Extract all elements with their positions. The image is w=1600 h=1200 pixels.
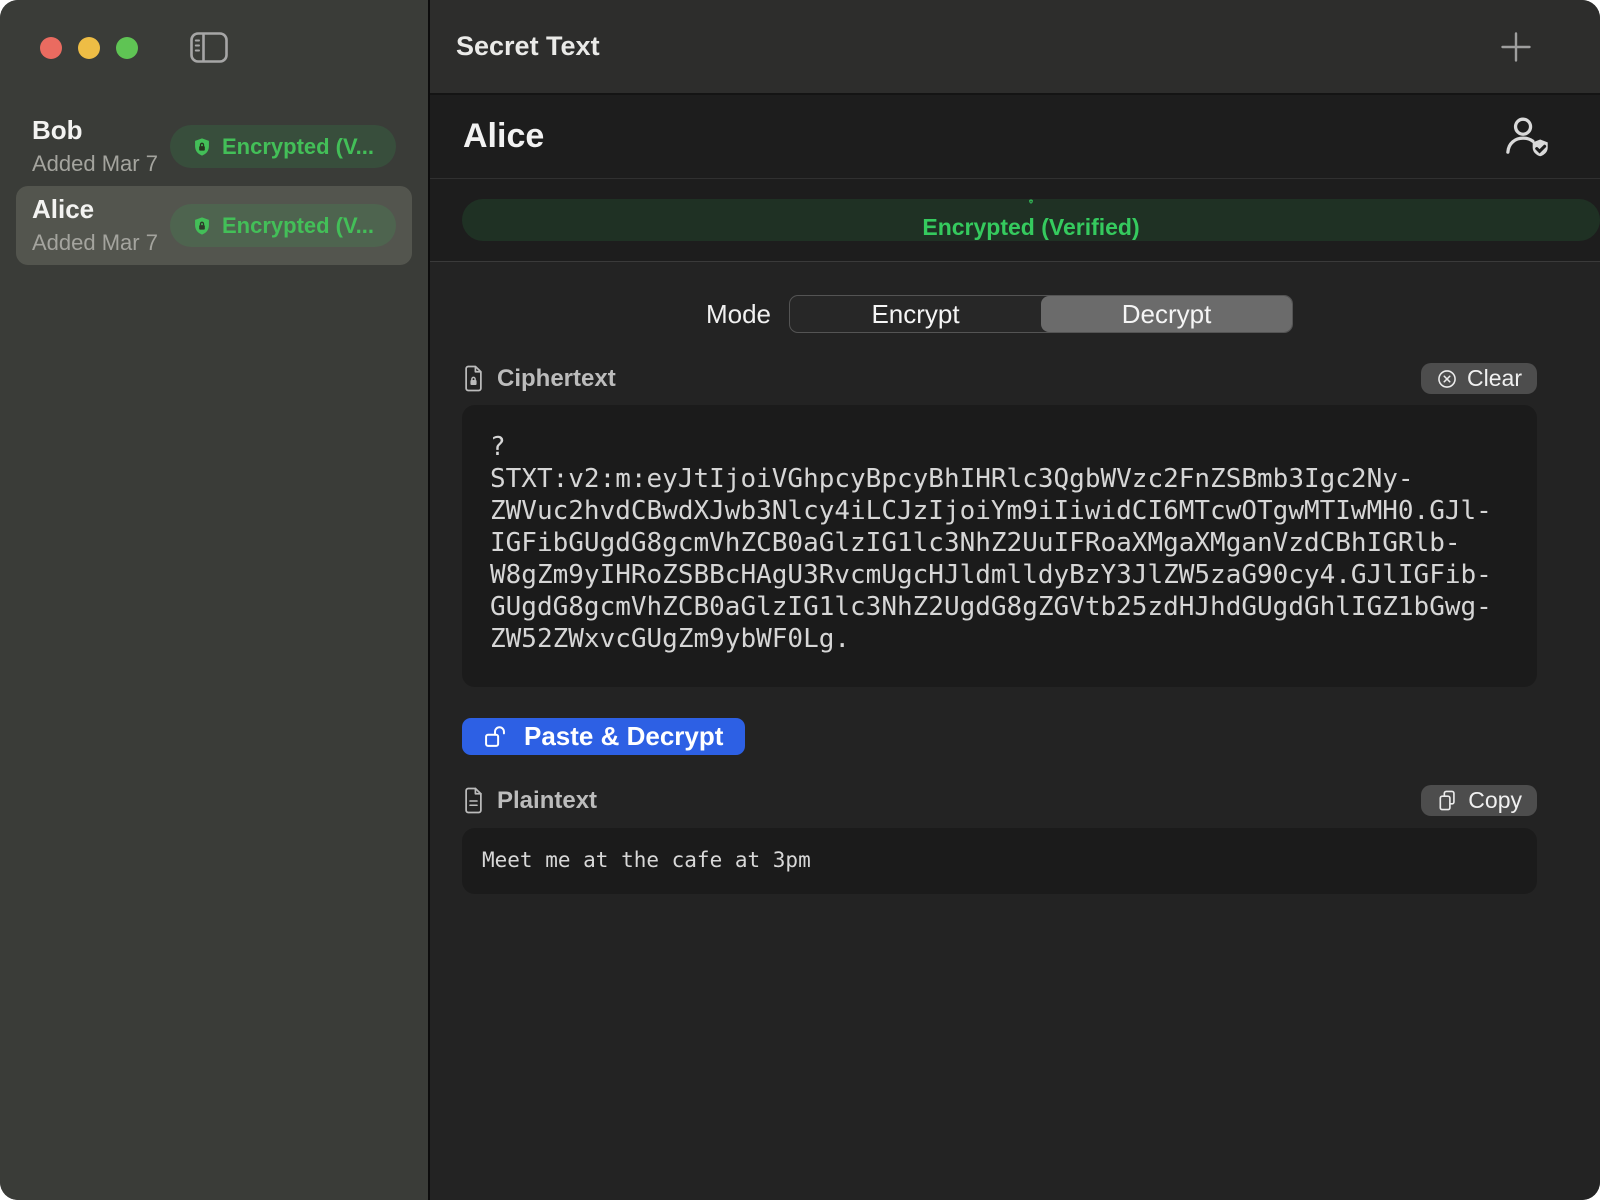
copy-button[interactable]: Copy [1421, 785, 1537, 816]
document-lock-icon [462, 365, 485, 392]
x-circle-icon [1436, 368, 1458, 390]
clear-button[interactable]: Clear [1421, 363, 1537, 394]
plaintext-output[interactable]: Meet me at the cafe at 3pm [462, 828, 1537, 894]
mode-encrypt-segment[interactable]: Encrypt [790, 296, 1041, 332]
contact-info: Alice Added Mar 7 [32, 195, 158, 256]
shield-lock-icon [192, 137, 212, 157]
minimize-window-button[interactable] [78, 37, 100, 59]
clear-button-label: Clear [1467, 365, 1522, 392]
app-window: Bob Added Mar 7 Encrypted (V... Alice Ad… [0, 0, 1600, 1200]
ciphertext-label: Ciphertext [497, 365, 616, 393]
lock-open-icon [484, 725, 511, 748]
contact-row-alice[interactable]: Alice Added Mar 7 Encrypted (V... [16, 186, 412, 265]
contact-title: Alice [463, 117, 544, 156]
traffic-lights [40, 37, 138, 59]
mode-row: Mode Encrypt Decrypt [462, 295, 1537, 333]
paste-decrypt-label: Paste & Decrypt [524, 721, 723, 752]
copy-icon [1436, 789, 1459, 812]
ciphertext-textarea[interactable]: ? STXT:v2:m:eyJtIjoiVGhpcyBpcyBhIHRlc3Qg… [462, 405, 1537, 687]
contact-row-bob[interactable]: Bob Added Mar 7 Encrypted (V... [16, 107, 412, 186]
contact-list: Bob Added Mar 7 Encrypted (V... Alice Ad… [0, 107, 428, 265]
encrypted-badge-label: Encrypted (V... [222, 213, 374, 239]
contact-added-date: Added Mar 7 [32, 151, 158, 177]
add-contact-button[interactable] [1500, 31, 1532, 63]
contact-added-date: Added Mar 7 [32, 230, 158, 256]
encrypted-badge-label: Encrypted (V... [222, 134, 374, 160]
verified-badge-label: Encrypted (Verified) [922, 214, 1139, 241]
encrypted-status-badge: Encrypted (V... [170, 125, 396, 168]
sidebar-titlebar [0, 0, 428, 95]
plaintext-label-group: Plaintext [462, 787, 597, 815]
sidebar: Bob Added Mar 7 Encrypted (V... Alice Ad… [0, 0, 430, 1200]
close-window-button[interactable] [40, 37, 62, 59]
verified-badge-strip: Encrypted (Verified) [430, 179, 1600, 262]
mode-decrypt-segment[interactable]: Decrypt [1041, 296, 1292, 332]
zoom-window-button[interactable] [116, 37, 138, 59]
encrypted-verified-badge: Encrypted (Verified) [462, 199, 1600, 241]
person-verified-icon[interactable] [1501, 115, 1550, 158]
contact-name: Bob [32, 116, 158, 146]
plaintext-label: Plaintext [497, 787, 597, 815]
main-panel: Secret Text Alice [430, 0, 1600, 1200]
copy-button-label: Copy [1468, 787, 1522, 814]
contact-name: Alice [32, 195, 158, 225]
document-icon [462, 787, 485, 814]
contact-info: Bob Added Mar 7 [32, 116, 158, 177]
sidebar-toggle-icon [190, 32, 228, 63]
ciphertext-header-row: Ciphertext Clear [462, 363, 1537, 394]
shield-lock-icon [192, 216, 212, 236]
plaintext-header-row: Plaintext Copy [462, 785, 1537, 816]
mode-label: Mode [706, 299, 771, 330]
paste-decrypt-button[interactable]: Paste & Decrypt [462, 718, 745, 755]
shield-lock-icon [1020, 199, 1042, 204]
plus-icon [1500, 31, 1532, 63]
main-titlebar: Secret Text [430, 0, 1600, 95]
toggle-sidebar-button[interactable] [190, 32, 228, 63]
contact-header: Alice [430, 95, 1600, 179]
encrypted-status-badge: Encrypted (V... [170, 204, 396, 247]
mode-segmented-control: Encrypt Decrypt [789, 295, 1293, 333]
app-title: Secret Text [456, 31, 600, 62]
ciphertext-label-group: Ciphertext [462, 365, 616, 393]
detail-content: Mode Encrypt Decrypt Ciphertext [430, 262, 1600, 1200]
